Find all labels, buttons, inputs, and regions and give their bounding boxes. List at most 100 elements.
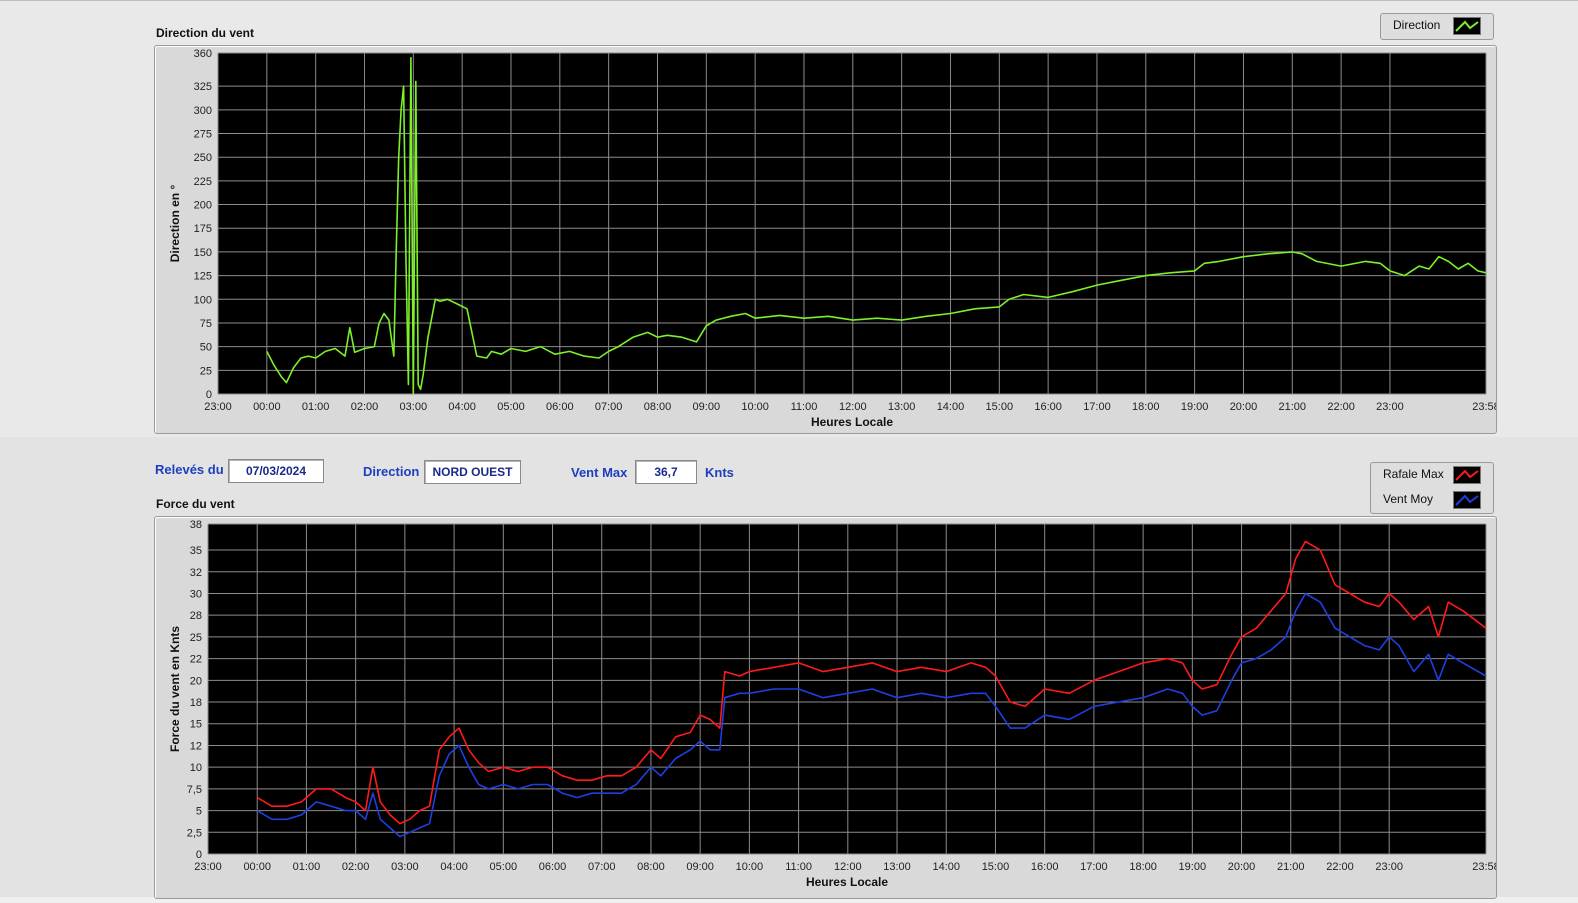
x-tick-label: 18:00 (1132, 401, 1160, 413)
x-tick-label: 06:00 (546, 401, 574, 413)
x-tick-label: 09:00 (693, 401, 721, 413)
x-axis-label: Heures Locale (811, 415, 893, 429)
x-tick-label: 10:00 (741, 401, 769, 413)
x-tick-label: 01:00 (293, 861, 321, 873)
force-chart-panel: 23:00 00:00 01:00 02:00 03:00 04:00 05:00 06:00… (154, 516, 1500, 899)
x-tick-label: 05:00 (497, 401, 525, 413)
x-tick-label: 04:00 (440, 861, 468, 873)
y-tick-label: 15 (190, 719, 202, 731)
y-tick-label: 250 (194, 152, 212, 164)
y-tick-label: 10 (190, 762, 202, 774)
plot-area (208, 524, 1486, 854)
x-tick-label: 23:00 (204, 401, 232, 413)
legend-ventmoy-swatch-icon (1453, 491, 1481, 509)
x-tick-label: 23:00 (194, 861, 222, 873)
x-tick-label: 15:00 (982, 861, 1010, 873)
vent-max-label: Vent Max (571, 465, 628, 480)
y-tick-label: 200 (194, 200, 212, 212)
x-tick-label: 11:00 (791, 401, 818, 413)
x-tick-label: 13:00 (883, 861, 911, 873)
y-tick-label: 325 (194, 81, 212, 93)
legend-rafale-label: Rafale Max (1383, 467, 1444, 481)
x-tick-label: 00:00 (243, 861, 271, 873)
vent-max-field[interactable]: 36,7 (635, 460, 697, 484)
y-tick-label: 0 (206, 389, 212, 401)
y-tick-label: 175 (194, 223, 212, 235)
direction-chart-title: Direction du vent (156, 26, 255, 40)
x-tick-label: 00:00 (253, 401, 281, 413)
y-tick-label: 7,5 (187, 784, 202, 796)
x-tick-label: 02:00 (342, 861, 370, 873)
x-tick-label: 15:00 (986, 401, 1014, 413)
y-tick-label: 5 (196, 806, 202, 818)
force-chart-title: Force du vent (156, 497, 235, 511)
x-tick-label: 14:00 (937, 401, 965, 413)
x-tick-label: 23:58 (1472, 861, 1496, 873)
x-tick-label: 10:00 (736, 861, 764, 873)
x-tick-label: 04:00 (448, 401, 476, 413)
x-tick-label: 23:00 (1375, 861, 1403, 873)
x-tick-label: 07:00 (595, 401, 623, 413)
x-tick-label: 09:00 (686, 861, 714, 873)
direction-legend: Direction (1380, 13, 1494, 40)
y-tick-label: 25 (200, 365, 212, 377)
x-tick-label: 18:00 (1129, 861, 1157, 873)
x-tick-label: 08:00 (637, 861, 665, 873)
y-axis-label: Force du vent en Knts (168, 626, 182, 752)
y-tick-label: 50 (200, 342, 212, 354)
x-tick-label: 12:00 (839, 401, 867, 413)
direction-label: Direction (363, 464, 420, 479)
legend-direction-label: Direction (1393, 18, 1441, 32)
x-tick-label: 13:00 (888, 401, 916, 413)
x-tick-label: 05:00 (490, 861, 518, 873)
x-tick-label: 16:00 (1031, 861, 1059, 873)
force-legend: Rafale Max Vent Moy (1370, 462, 1494, 514)
y-tick-label: 38 (190, 519, 202, 531)
y-tick-label: 18 (190, 697, 202, 709)
y-tick-label: 100 (194, 294, 212, 306)
x-tick-label: 01:00 (302, 401, 330, 413)
legend-ventmoy-label: Vent Moy (1383, 492, 1434, 506)
y-tick-label: 125 (194, 271, 212, 283)
direction-field[interactable]: NORD OUEST (424, 460, 521, 484)
force-chart: 23:00 00:00 01:00 02:00 03:00 04:00 05:00 06:00… (168, 519, 1500, 889)
x-tick-label: 22:00 (1326, 861, 1354, 873)
y-tick-label: 22 (190, 654, 202, 666)
y-tick-label: 275 (194, 129, 212, 141)
x-tick-label: 23:00 (1376, 401, 1404, 413)
x-tick-label: 23:58 (1472, 401, 1496, 413)
x-tick-label: 07:00 (588, 861, 616, 873)
direction-chart-panel: 23:00 00:00 01:00 02:00 03:00 04:00 05:00 06:00… (154, 45, 1500, 434)
x-tick-label: 06:00 (539, 861, 567, 873)
y-tick-label: 225 (194, 176, 212, 188)
y-tick-label: 28 (190, 610, 202, 622)
releves-label: Relevés du (155, 462, 224, 477)
x-tick-label: 21:00 (1277, 861, 1305, 873)
x-tick-label: 14:00 (932, 861, 960, 873)
x-tick-label: 02:00 (351, 401, 379, 413)
date-field[interactable]: 07/03/2024 (228, 459, 324, 483)
legend-direction-swatch-icon (1453, 17, 1481, 35)
x-tick-label: 19:00 (1181, 401, 1209, 413)
y-tick-label: 35 (190, 545, 202, 557)
y-axis-label: Direction en ° (168, 185, 182, 263)
legend-rafale-swatch-icon (1453, 466, 1481, 484)
x-tick-label: 03:00 (391, 861, 419, 873)
x-tick-label: 12:00 (834, 861, 862, 873)
y-tick-label: 12 (190, 740, 202, 752)
y-tick-label: 32 (190, 567, 202, 579)
x-tick-label: 03:00 (400, 401, 428, 413)
y-tick-label: 150 (194, 247, 212, 259)
x-tick-label: 19:00 (1179, 861, 1207, 873)
x-tick-label: 08:00 (644, 401, 672, 413)
y-tick-label: 0 (196, 849, 202, 861)
y-tick-label: 360 (194, 48, 212, 60)
x-tick-label: 20:00 (1230, 401, 1258, 413)
x-axis-label: Heures Locale (806, 875, 888, 889)
x-tick-label: 22:00 (1327, 401, 1355, 413)
direction-chart: 23:00 00:00 01:00 02:00 03:00 04:00 05:00 06:00… (168, 48, 1500, 429)
vent-max-unit: Knts (705, 465, 734, 480)
y-tick-label: 20 (190, 675, 202, 687)
x-tick-label: 11:00 (785, 861, 812, 873)
y-tick-label: 75 (200, 318, 212, 330)
